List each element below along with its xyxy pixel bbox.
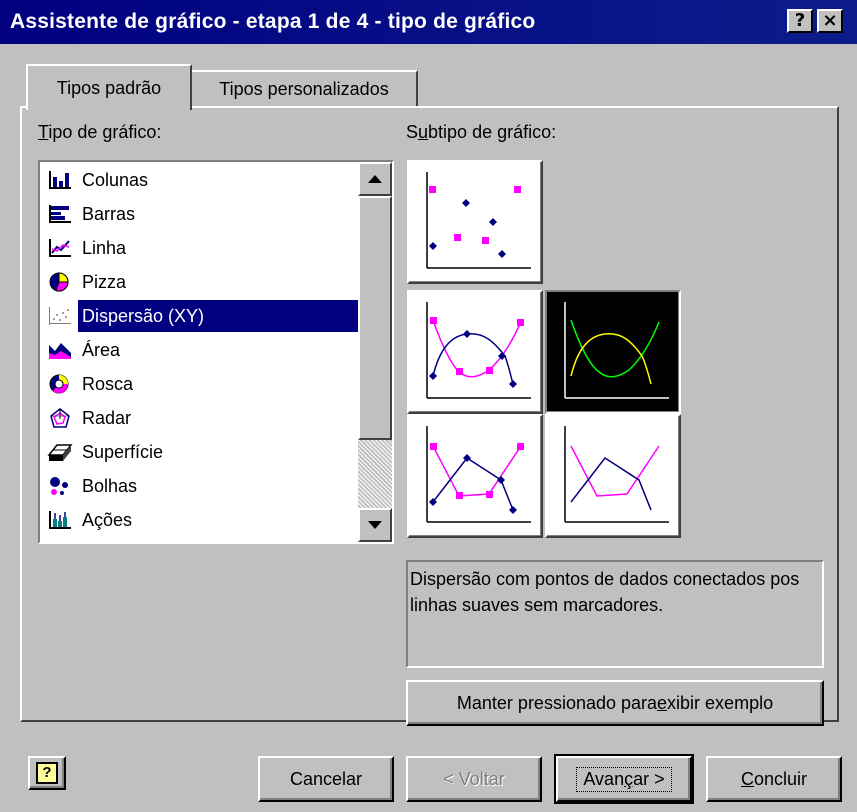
list-item-superficie[interactable]: Superfície: [42, 436, 358, 468]
scatter-smooth-lines-markers-icon: [426, 302, 531, 399]
preview-label-pre: Manter pressionado para: [456, 692, 658, 713]
scatter-smooth-lines-no-markers-icon: [564, 302, 669, 399]
subtype-scatter-markers[interactable]: [407, 160, 543, 284]
surface-chart-icon: [42, 438, 78, 466]
arrow-down-icon: [368, 521, 382, 529]
finish-button[interactable]: Concluir: [706, 756, 842, 802]
tab-custom-types[interactable]: Tipos personalizados: [192, 70, 418, 106]
list-item-rosca[interactable]: Rosca: [42, 368, 358, 400]
close-icon: ×: [822, 10, 838, 31]
subtype-smooth-lines[interactable]: [545, 290, 681, 414]
chart-wizard-dialog: Assistente de gráfico - etapa 1 de 4 - t…: [0, 0, 857, 812]
radar-chart-icon: [42, 404, 78, 432]
scroll-up-button[interactable]: [358, 162, 392, 196]
arrow-up-icon: [368, 175, 382, 183]
next-label-accel: ç: [624, 768, 634, 789]
scroll-thumb[interactable]: [358, 196, 392, 440]
scatter-markers-only-icon: [426, 172, 531, 269]
close-button[interactable]: ×: [817, 9, 843, 33]
list-item-label: Dispersão (XY): [78, 300, 358, 332]
finish-label: Concluir: [741, 769, 807, 790]
chart-type-scrollbar[interactable]: [358, 162, 392, 542]
list-item-radar[interactable]: Radar: [42, 402, 358, 434]
help-title-button[interactable]: ?: [787, 9, 813, 33]
finish-label-accel: C: [740, 768, 754, 789]
cancel-button[interactable]: Cancelar: [258, 756, 394, 802]
list-item-label: Ações: [82, 510, 133, 530]
tab-standard-types[interactable]: Tipos padrão: [26, 64, 192, 110]
next-label: Avançar >: [576, 766, 672, 792]
subtype-label: Subtipo de gráfico:: [406, 122, 556, 143]
list-item-dispersao[interactable]: Dispersão (XY): [42, 300, 358, 332]
help-icon: ?: [794, 10, 806, 31]
next-label-pre: Avan: [583, 768, 625, 789]
list-item-linha[interactable]: Linha: [42, 232, 358, 264]
list-item-label: Linha: [82, 238, 127, 258]
next-button[interactable]: Avançar >: [554, 754, 694, 804]
area-chart-icon: [42, 336, 78, 364]
tab-standard-types-label: Tipos padrão: [56, 77, 162, 98]
hold-to-preview-button[interactable]: Manter pressionado para e xibir exemplo: [406, 680, 824, 726]
preview-label-accel: e: [657, 692, 668, 713]
line-chart-icon: [42, 234, 78, 262]
help-icon: ?: [36, 762, 58, 784]
office-assistant-button[interactable]: ?: [28, 756, 66, 790]
chart-type-label: Tipo de gráfico:: [38, 122, 161, 143]
list-item-label: Pizza: [82, 272, 127, 292]
finish-label-rest: oncluir: [753, 768, 808, 789]
list-item-label: Radar: [82, 408, 132, 428]
stock-chart-icon: [42, 506, 78, 534]
chart-type-label-rest: ipo de gráfico:: [48, 122, 162, 142]
scroll-track[interactable]: [358, 440, 392, 508]
scatter-straight-lines-no-markers-icon: [564, 426, 669, 523]
window-title: Assistente de gráfico - etapa 1 de 4 - t…: [10, 10, 536, 33]
subtype-smooth-lines-markers[interactable]: [407, 290, 543, 414]
subtype-straight-lines[interactable]: [545, 414, 681, 538]
subtype-straight-lines-markers[interactable]: [407, 414, 543, 538]
column-chart-icon: [42, 166, 78, 194]
list-item-bolhas[interactable]: Bolhas: [42, 470, 358, 502]
bar-chart-icon: [42, 200, 78, 228]
list-item-area[interactable]: Área: [42, 334, 358, 366]
scroll-down-button[interactable]: [358, 508, 392, 542]
subtype-label-pre: S: [406, 122, 419, 142]
chart-type-label-accel: T: [38, 122, 49, 142]
list-item-label: Área: [82, 340, 121, 360]
list-item-label: Superfície: [82, 442, 164, 462]
list-item-label: Barras: [82, 204, 136, 224]
list-item-label: Bolhas: [82, 476, 138, 496]
subtype-description: Dispersão com pontos de dados conectados…: [406, 560, 824, 668]
list-item-barras[interactable]: Barras: [42, 198, 358, 230]
back-label: < Voltar: [443, 768, 505, 789]
bubble-chart-icon: [42, 472, 78, 500]
preview-label-rest: xibir exemplo: [667, 692, 774, 713]
doughnut-chart-icon: [42, 370, 78, 398]
list-item-label: Colunas: [82, 170, 149, 190]
list-item-label: Rosca: [82, 374, 134, 394]
title-bar: Assistente de gráfico - etapa 1 de 4 - t…: [0, 0, 857, 44]
next-label-rest: ar >: [633, 768, 665, 789]
subtype-label-accel: u: [418, 122, 429, 142]
back-button[interactable]: < Voltar: [406, 756, 542, 802]
scatter-chart-icon: [42, 302, 78, 330]
subtype-label-rest: btipo de gráfico:: [428, 122, 557, 142]
chart-type-list[interactable]: Colunas Barras Linha Pizza Dispersão (XY…: [38, 160, 394, 544]
list-item-colunas[interactable]: Colunas: [42, 164, 358, 196]
pie-chart-icon: [42, 268, 78, 296]
list-item-acoes[interactable]: Ações: [42, 504, 358, 536]
cancel-label: Cancelar: [289, 768, 363, 789]
scatter-straight-lines-markers-icon: [426, 426, 531, 523]
list-item-pizza[interactable]: Pizza: [42, 266, 358, 298]
tab-custom-types-label: Tipos personalizados: [219, 78, 389, 99]
